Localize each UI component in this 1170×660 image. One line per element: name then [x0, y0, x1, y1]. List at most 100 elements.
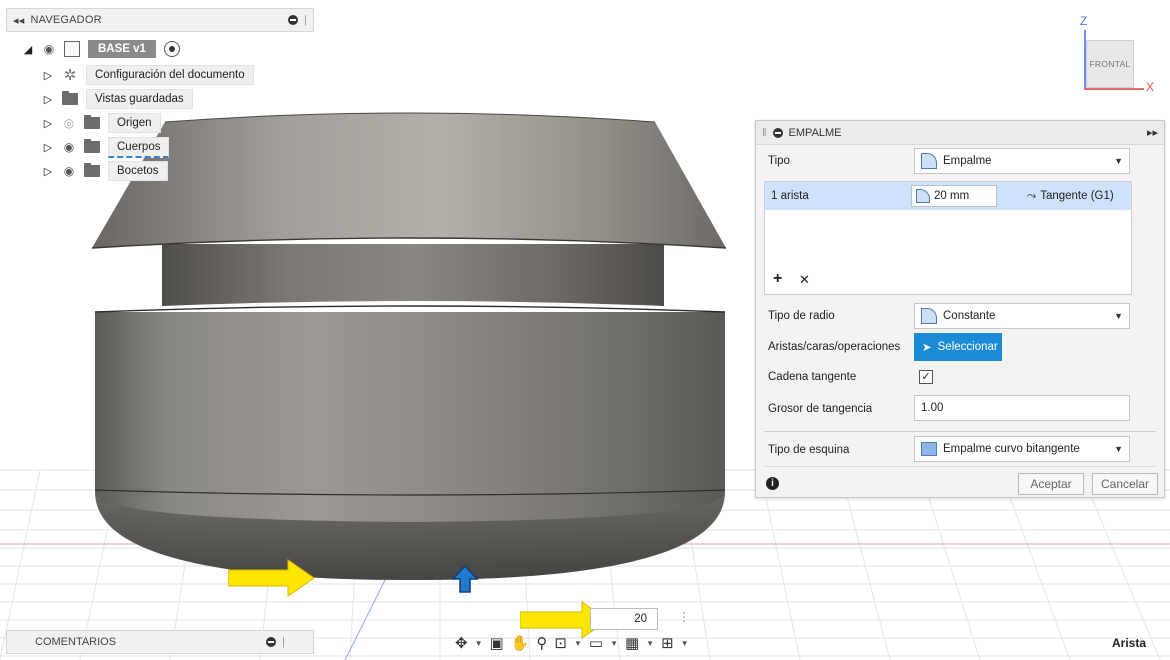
pin-icon[interactable]: | [282, 636, 285, 648]
cancel-button[interactable]: Cancelar [1092, 473, 1158, 495]
dimension-input[interactable]: 20 [590, 608, 658, 630]
eye-hidden-icon[interactable]: ◎ [62, 116, 76, 130]
chevron-down-icon[interactable]: ▼ [681, 639, 689, 648]
tree-item-label: Origen [108, 113, 161, 133]
chevron-down-icon[interactable]: ▼ [610, 639, 618, 648]
display-settings-icon[interactable]: ▭ [589, 634, 603, 652]
folder-icon [84, 139, 100, 153]
fillet-dialog-header[interactable]: ‖ EMPALME ▸▸ [756, 121, 1164, 145]
tangent-chain-label: Cadena tangente [768, 371, 857, 383]
pin-icon[interactable]: | [304, 14, 307, 26]
navigation-toolbar: ✥ ▼ ▣ ✋ ⚲ ⊡ ▼ ▭ ▼ ▦ ▼ ⊞ ▼ [455, 632, 707, 654]
chevron-down-icon[interactable]: ▼ [646, 639, 654, 648]
pan-hand-icon[interactable]: ✋ [511, 634, 530, 652]
tree-root[interactable]: ◢ ◉ BASE v1 [22, 38, 180, 60]
grid-icon[interactable]: ▦ [625, 634, 639, 652]
corner-type-dropdown[interactable]: Empalme curvo bitangente ▼ [914, 436, 1130, 462]
expand-triangle-icon[interactable]: ▷ [42, 93, 54, 106]
tree-item-bodies[interactable]: ▷ ◉ Cuerpos [42, 136, 170, 158]
cursor-arrow-icon: ➤ [922, 342, 932, 354]
tangent-continuity-icon: ⤳ [1027, 189, 1037, 202]
chevron-down-icon[interactable]: ▼ [475, 639, 483, 648]
eye-icon[interactable]: ◉ [62, 140, 76, 154]
radius-type-dropdown[interactable]: Constante ▼ [914, 303, 1130, 329]
manipulator-arrow-icon[interactable] [450, 564, 480, 594]
type-value: Empalme [943, 155, 992, 167]
edges-label: Aristas/caras/operaciones [768, 341, 901, 353]
collapse-left-icon[interactable]: ◂◂ [13, 14, 24, 27]
eye-icon[interactable]: ◉ [42, 42, 56, 56]
panel-divider [764, 431, 1156, 432]
folder-icon [84, 163, 100, 177]
chevron-down-icon: ▼ [1114, 444, 1123, 454]
more-options-icon[interactable]: ⋮ [678, 610, 690, 624]
selection-edges: 1 arista [771, 190, 809, 202]
root-component-label[interactable]: BASE v1 [88, 40, 156, 58]
tree-item-label: Bocetos [108, 161, 168, 181]
viewcube-z-label: Z [1080, 14, 1088, 28]
comments-title: COMENTARIOS [35, 636, 117, 648]
radius-type-value: Constante [943, 310, 996, 322]
expand-right-icon[interactable]: ▸▸ [1147, 126, 1158, 139]
tree-item-label: Cuerpos [108, 136, 170, 158]
corner-fillet-icon [921, 442, 937, 456]
tangent-chain-checkbox[interactable]: ✓ [919, 370, 933, 384]
tangency-weight-label: Grosor de tangencia [768, 403, 873, 415]
collapse-triangle-icon[interactable]: ◢ [22, 43, 34, 56]
expand-triangle-icon[interactable]: ▷ [42, 69, 54, 82]
fillet-icon [921, 153, 937, 169]
eye-icon[interactable]: ◉ [62, 164, 76, 178]
add-selection-button[interactable]: + [773, 270, 782, 288]
chevron-down-icon[interactable]: ▼ [574, 639, 582, 648]
comments-panel-header[interactable]: COMENTARIOS | [6, 630, 314, 654]
tree-item-origin[interactable]: ▷ ◎ Origen [42, 112, 161, 134]
expand-triangle-icon[interactable]: ▷ [42, 117, 54, 130]
orbit-move-icon[interactable]: ✥ [455, 634, 468, 652]
selection-row[interactable]: 1 arista 20 mm ⤳ Tangente (G1) [765, 182, 1131, 210]
panel-divider [764, 466, 1156, 467]
tree-item-saved-views[interactable]: ▷ Vistas guardadas [42, 88, 193, 110]
select-button-label: Seleccionar [937, 341, 998, 353]
look-at-icon[interactable]: ▣ [490, 634, 504, 652]
continuity-selector[interactable]: ⤳ Tangente (G1) [1027, 190, 1114, 203]
drag-handle-icon[interactable]: ‖ [762, 127, 767, 139]
constant-radius-icon [921, 308, 937, 324]
chevron-down-icon: ▼ [1114, 156, 1123, 166]
gear-icon: ✲ [63, 67, 77, 84]
radius-type-label: Tipo de radio [768, 310, 835, 322]
tangency-weight-input[interactable]: 1.00 [914, 395, 1130, 421]
zoom-icon[interactable]: ⚲ [536, 634, 547, 652]
chevron-down-icon: ▼ [1114, 311, 1123, 321]
continuity-value: Tangente (G1) [1040, 190, 1114, 202]
select-button[interactable]: ➤ Seleccionar [914, 333, 1002, 361]
tree-item-label: Configuración del documento [86, 65, 254, 85]
tree-item-sketches[interactable]: ▷ ◉ Bocetos [42, 160, 168, 182]
remove-selection-button[interactable]: ✕ [799, 272, 810, 288]
corner-type-label: Tipo de esquina [768, 444, 850, 456]
selection-list[interactable]: 1 arista 20 mm ⤳ Tangente (G1) + ✕ [764, 181, 1132, 295]
add-comment-icon[interactable] [266, 637, 277, 647]
minimize-icon[interactable] [772, 127, 783, 138]
viewcube-face[interactable]: FRONTAL [1086, 40, 1134, 88]
fillet-dialog: ‖ EMPALME ▸▸ Tipo Empalme ▼ 1 arista 20 … [755, 120, 1165, 498]
navigator-header[interactable]: ◂◂ NAVEGADOR | [6, 8, 314, 32]
tree-item-document-settings[interactable]: ▷ ✲ Configuración del documento [42, 64, 254, 86]
viewports-icon[interactable]: ⊞ [661, 634, 674, 652]
fit-icon[interactable]: ⊡ [554, 634, 567, 652]
tree-item-label: Vistas guardadas [86, 89, 193, 109]
viewcube-x-label: X [1146, 80, 1155, 94]
expand-triangle-icon[interactable]: ▷ [42, 141, 54, 154]
annotation-arrow-edge [228, 559, 315, 597]
selection-status: Arista [1112, 636, 1147, 650]
expand-triangle-icon[interactable]: ▷ [42, 165, 54, 178]
radius-icon [916, 189, 930, 203]
type-label: Tipo [768, 155, 790, 167]
folder-icon [84, 115, 100, 129]
minimize-icon[interactable] [287, 15, 298, 25]
activate-component-icon[interactable] [163, 41, 180, 57]
type-dropdown[interactable]: Empalme ▼ [914, 148, 1130, 174]
viewcube-x-axis [1084, 88, 1144, 90]
ok-button[interactable]: Aceptar [1018, 473, 1084, 495]
info-icon[interactable]: i [766, 477, 779, 490]
radius-input[interactable]: 20 mm [911, 185, 997, 207]
